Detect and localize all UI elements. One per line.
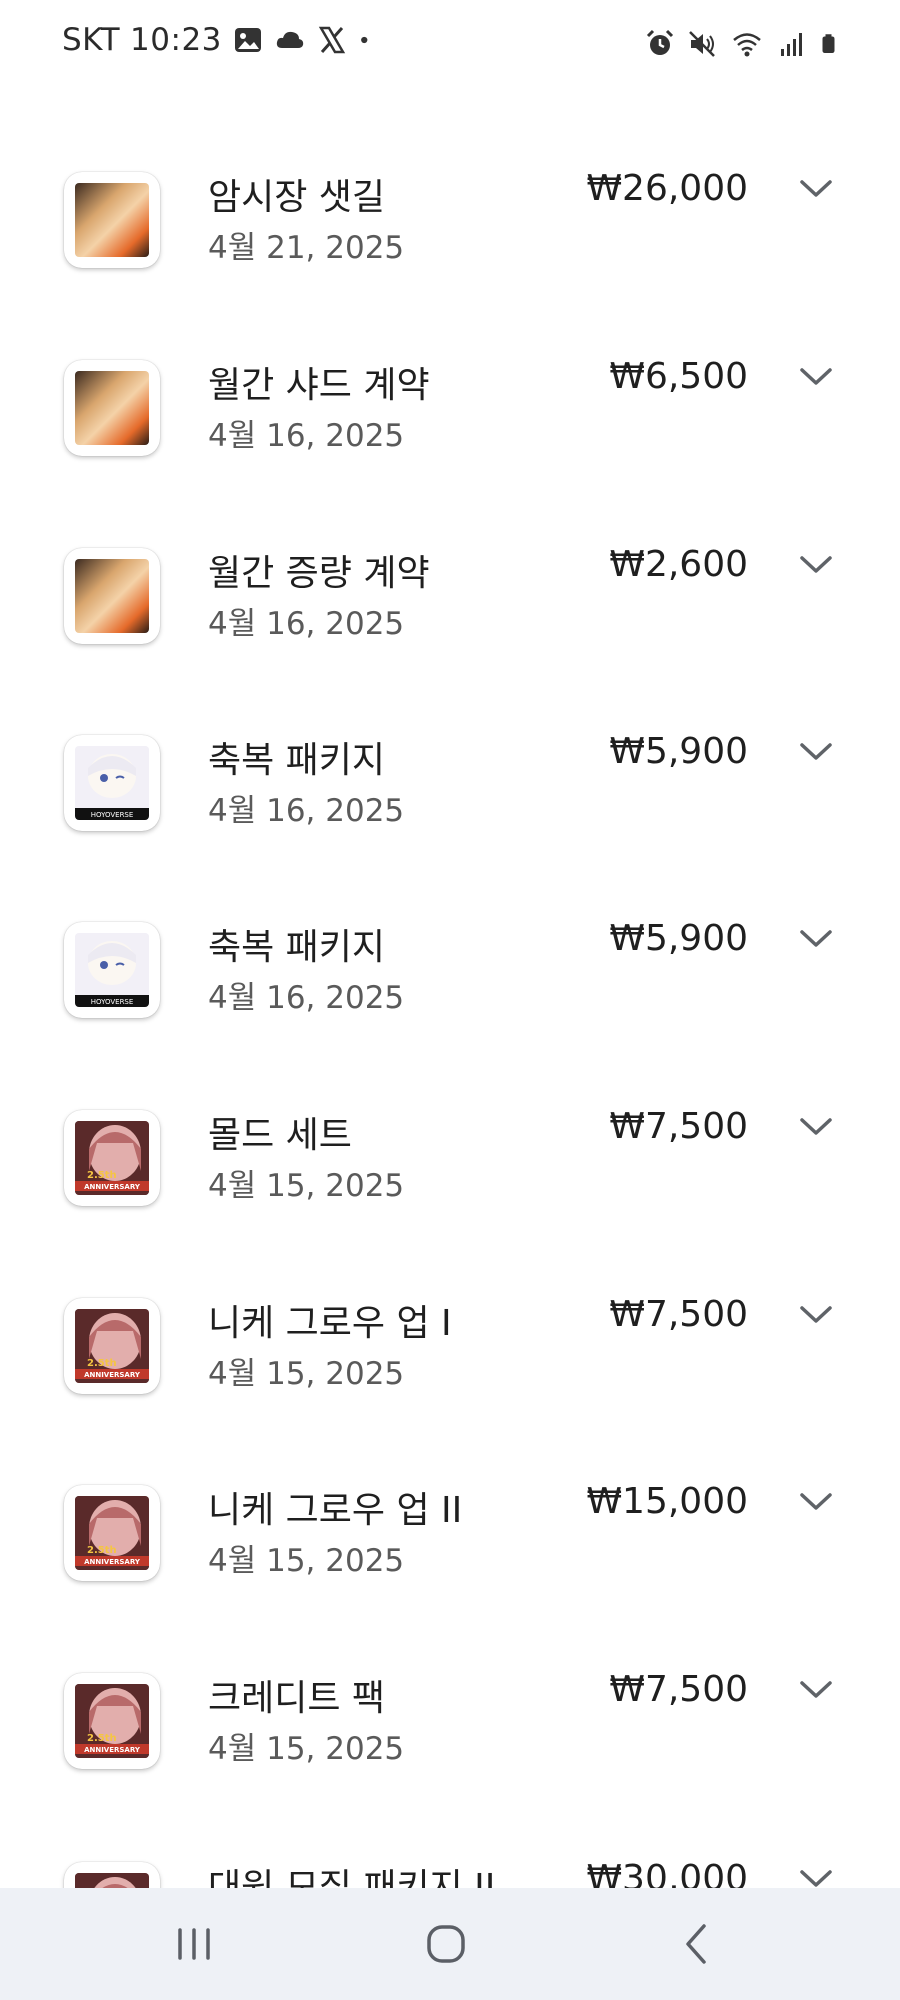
purchase-date: 4월 15, 2025: [208, 1543, 405, 1579]
item-name: 니케 그로우 업 II: [208, 1490, 463, 1531]
chevron-down-icon[interactable]: [796, 735, 836, 771]
dot-icon: [361, 36, 368, 44]
item-name: 월간 증량 계약: [208, 553, 430, 594]
item-name: 암시장 샛길: [208, 177, 386, 218]
game-icon-anniversary: 2.5th ANNIVERSARY: [64, 1298, 160, 1394]
item-price: ₩7,500: [609, 1294, 748, 1335]
signal-icon: [781, 33, 802, 56]
game-icon-gold: [64, 360, 160, 456]
item-name: 크레디트 팩: [208, 1678, 386, 1719]
game-icon-anniversary: 2.5th ANNIVERSARY: [64, 1673, 160, 1769]
game-icon-anniversary: 2.5th ANNIVERSARY: [64, 1485, 160, 1581]
item-name: 몰드 세트: [208, 1115, 352, 1156]
paimon-art: HOYOVERSE: [75, 933, 149, 1007]
nikke-art: 2.5th ANNIVERSARY: [75, 1309, 149, 1383]
anniversary-badge: 2.5th: [87, 1170, 117, 1181]
purchase-date: 4월 16, 2025: [208, 418, 405, 454]
item-price: ₩15,000: [586, 1481, 748, 1522]
home-icon[interactable]: [416, 1916, 476, 1972]
anniversary-badge: 2.5th: [87, 1733, 117, 1744]
back-icon[interactable]: [668, 1916, 728, 1972]
chevron-down-icon[interactable]: [796, 360, 836, 396]
purchase-date: 4월 16, 2025: [208, 606, 405, 642]
item-price: ₩7,500: [609, 1669, 748, 1710]
purchase-row[interactable]: 월간 증량 계약 4월 16, 2025 ₩2,600: [0, 544, 900, 688]
purchase-date: 4월 15, 2025: [208, 1731, 405, 1767]
purchase-row[interactable]: 대원 모집 패키지 II ₩30,000: [0, 1858, 900, 1888]
chevron-down-icon[interactable]: [796, 548, 836, 584]
item-name: 월간 샤드 계약: [208, 365, 430, 406]
carrier-label: SKT: [62, 22, 121, 58]
item-name: 니케 그로우 업 I: [208, 1303, 452, 1344]
alarm-icon: [646, 29, 674, 55]
purchase-date: 4월 16, 2025: [208, 980, 405, 1016]
game-icon-gold: [64, 172, 160, 268]
navigation-bar: [0, 1888, 900, 2000]
item-name: 대원 모집 패키지 II: [208, 1867, 496, 1888]
purchase-date: 4월 15, 2025: [208, 1356, 405, 1392]
nikke-art: 2.5th ANNIVERSARY: [75, 1684, 149, 1758]
purchase-row[interactable]: 2.5th ANNIVERSARY 몰드 세트 4월 15, 2025 ₩7,5…: [0, 1106, 900, 1250]
mute-icon: [689, 31, 715, 57]
item-price: ₩2,600: [609, 544, 748, 585]
game-icon-anniversary: 2.5th ANNIVERSARY: [64, 1110, 160, 1206]
purchase-row[interactable]: 월간 샤드 계약 4월 16, 2025 ₩6,500: [0, 356, 900, 500]
status-bar: SKT 10:23: [0, 0, 900, 84]
chevron-down-icon[interactable]: [796, 1110, 836, 1146]
item-name: 축복 패키지: [208, 740, 386, 781]
chevron-down-icon[interactable]: [796, 1485, 836, 1521]
chevron-down-icon[interactable]: [796, 922, 836, 958]
anniversary-label: ANNIVERSARY: [84, 1371, 141, 1379]
chevron-down-icon[interactable]: [796, 1298, 836, 1334]
purchase-row[interactable]: 2.5th ANNIVERSARY 크레디트 팩 4월 15, 2025 ₩7,…: [0, 1669, 900, 1813]
anniversary-label: ANNIVERSARY: [84, 1183, 141, 1191]
hoyoverse-label: HOYOVERSE: [91, 998, 134, 1006]
purchase-row[interactable]: 2.5th ANNIVERSARY 니케 그로우 업 II 4월 15, 202…: [0, 1481, 900, 1625]
purchase-row[interactable]: HOYOVERSE 축복 패키지 4월 16, 2025 ₩5,900: [0, 731, 900, 875]
nikke-art: 2.5th ANNIVERSARY: [75, 1496, 149, 1570]
battery-icon: [822, 34, 835, 53]
game-icon-gold: [64, 548, 160, 644]
purchase-history-list[interactable]: 암시장 샛길 4월 21, 2025 ₩26,000 월간 샤드 계약 4월 1…: [0, 0, 900, 1888]
wifi-icon: [733, 33, 761, 57]
paimon-art: HOYOVERSE: [75, 746, 149, 820]
item-price: ₩6,500: [609, 356, 748, 397]
nikke-art: 2.5th ANNIVERSARY: [75, 1121, 149, 1195]
item-name: 축복 패키지: [208, 927, 386, 968]
game-icon-hoyoverse: HOYOVERSE: [64, 922, 160, 1018]
game-icon-anniversary: [64, 1862, 160, 1888]
purchase-row[interactable]: 2.5th ANNIVERSARY 니케 그로우 업 I 4월 15, 2025…: [0, 1294, 900, 1438]
chevron-down-icon[interactable]: [796, 1673, 836, 1709]
purchase-row[interactable]: 암시장 샛길 4월 21, 2025 ₩26,000: [0, 168, 900, 312]
chevron-down-icon[interactable]: [796, 172, 836, 208]
anniversary-label: ANNIVERSARY: [84, 1746, 141, 1754]
purchase-date: 4월 16, 2025: [208, 793, 405, 829]
x-icon: [318, 26, 346, 54]
chevron-down-icon[interactable]: [796, 1862, 836, 1888]
nikke-art: [75, 1873, 149, 1888]
purchase-date: 4월 15, 2025: [208, 1168, 405, 1204]
hoyoverse-label: HOYOVERSE: [91, 811, 134, 819]
item-price: ₩5,900: [609, 918, 748, 959]
purchase-date: 4월 21, 2025: [208, 230, 405, 266]
item-price: ₩26,000: [586, 168, 748, 209]
purchase-row[interactable]: HOYOVERSE 축복 패키지 4월 16, 2025 ₩5,900: [0, 918, 900, 1062]
gallery-icon: [234, 28, 261, 52]
item-price: ₩30,000: [586, 1858, 748, 1888]
game-icon-hoyoverse: HOYOVERSE: [64, 735, 160, 831]
anniversary-badge: 2.5th: [87, 1545, 117, 1556]
anniversary-badge: 2.5th: [87, 1358, 117, 1369]
recent-apps-icon[interactable]: [164, 1916, 224, 1972]
item-price: ₩7,500: [609, 1106, 748, 1147]
cloud-icon: [276, 31, 304, 48]
clock: 10:23: [130, 22, 222, 58]
anniversary-label: ANNIVERSARY: [84, 1558, 141, 1566]
item-price: ₩5,900: [609, 731, 748, 772]
